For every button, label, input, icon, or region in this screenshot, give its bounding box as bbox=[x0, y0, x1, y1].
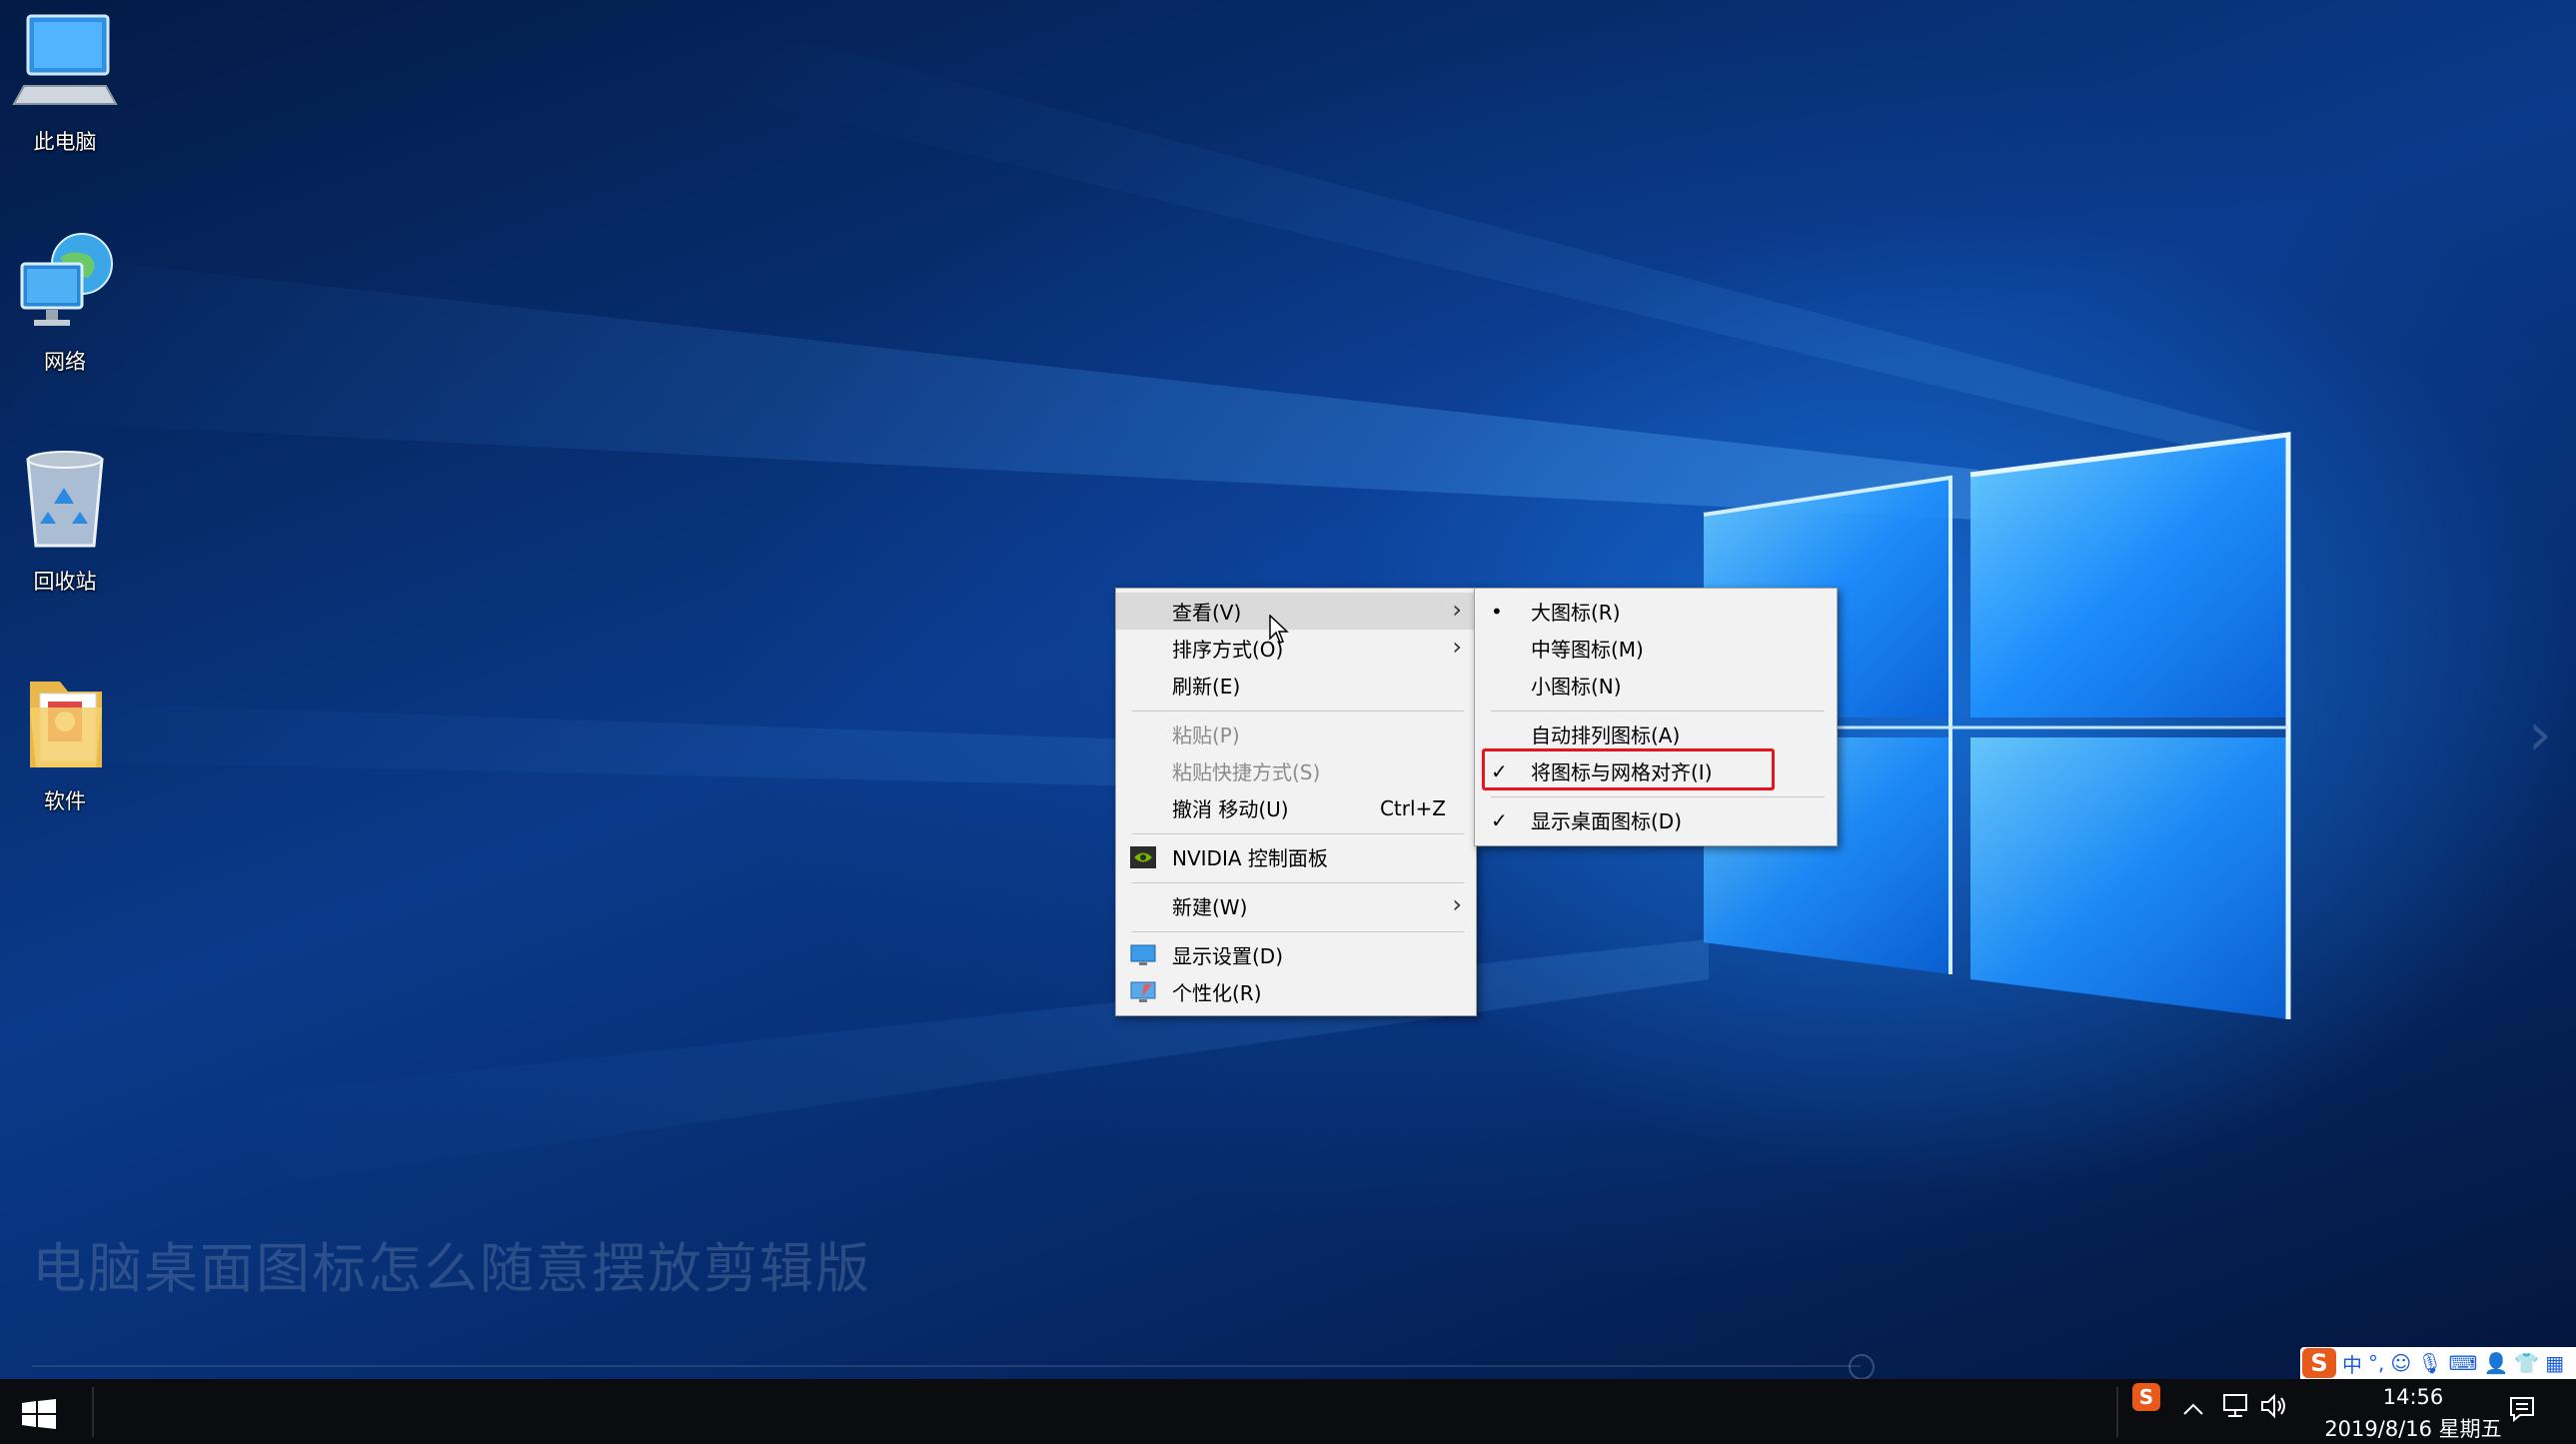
chevron-right-icon: › bbox=[1452, 890, 1462, 918]
menu-item-refresh[interactable]: 刷新(E) bbox=[1116, 667, 1476, 704]
this-pc-icon bbox=[10, 8, 120, 118]
menu-item-new[interactable]: 新建(W) › bbox=[1116, 887, 1476, 924]
sogou-tray-icon[interactable]: S bbox=[2132, 1383, 2160, 1417]
menu-item-undo-move[interactable]: 撤消 移动(U) Ctrl+Z bbox=[1116, 789, 1476, 826]
skin-icon[interactable]: 👕 bbox=[2514, 1351, 2539, 1375]
mouse-cursor-icon bbox=[1269, 614, 1289, 649]
submenu-item-small-icons[interactable]: 小图标(N) bbox=[1475, 667, 1837, 704]
menu-item-label: 新建(W) bbox=[1172, 895, 1248, 919]
radio-dot-icon: • bbox=[1491, 599, 1503, 624]
menu-item-label: 个性化(R) bbox=[1172, 981, 1262, 1005]
taskbar: S 14:56 2019/8/16 星期五 bbox=[0, 1379, 2576, 1444]
network-status-icon[interactable] bbox=[2220, 1393, 2250, 1425]
menu-item-label: 中等图标(M) bbox=[1531, 638, 1644, 662]
keyboard-icon[interactable]: ⌨ bbox=[2449, 1351, 2478, 1375]
nvidia-icon bbox=[1130, 845, 1156, 868]
menu-item-sort-by[interactable]: 排序方式(O) › bbox=[1116, 630, 1476, 667]
menu-item-shortcut: Ctrl+Z bbox=[1379, 795, 1446, 820]
menu-item-label: 刷新(E) bbox=[1172, 675, 1241, 699]
ime-mode-toggle[interactable]: 中 bbox=[2342, 1349, 2362, 1378]
video-progress-track bbox=[32, 1365, 1861, 1367]
user-icon[interactable]: 👤 bbox=[2483, 1351, 2508, 1375]
menu-item-view[interactable]: 查看(V) › bbox=[1116, 593, 1476, 630]
menu-item-label: 查看(V) bbox=[1172, 601, 1242, 625]
menu-item-paste: 粘贴(P) bbox=[1116, 716, 1476, 752]
submenu-item-large-icons[interactable]: • 大图标(R) bbox=[1475, 593, 1837, 630]
taskbar-separator bbox=[2116, 1387, 2118, 1437]
menu-item-label: 粘贴(P) bbox=[1172, 723, 1240, 747]
video-watermark-title: 电脑桌面图标怎么随意摆放剪辑版 bbox=[32, 1237, 871, 1300]
menu-item-label: 粘贴快捷方式(S) bbox=[1172, 760, 1321, 784]
submenu-item-show-desktop-icons[interactable]: ✓ 显示桌面图标(D) bbox=[1475, 801, 1837, 838]
desktop-icon-label: 此电脑 bbox=[33, 130, 97, 154]
desktop-icon-software-folder[interactable]: 软件 bbox=[0, 668, 130, 815]
menu-item-label: 自动排列图标(A) bbox=[1531, 723, 1681, 747]
menu-separator bbox=[1132, 711, 1464, 712]
menu-separator bbox=[1132, 882, 1464, 883]
menu-item-personalize[interactable]: 个性化(R) bbox=[1116, 973, 1476, 1010]
menu-item-display-settings[interactable]: 显示设置(D) bbox=[1116, 936, 1476, 973]
submenu-item-medium-icons[interactable]: 中等图标(M) bbox=[1475, 630, 1837, 667]
recycle-bin-icon bbox=[10, 448, 120, 558]
desktop-icon-label: 软件 bbox=[44, 789, 86, 813]
menu-item-label: 撤消 移动(U) bbox=[1172, 797, 1289, 821]
menu-item-label: NVIDIA 控制面板 bbox=[1172, 846, 1328, 870]
display-settings-icon bbox=[1130, 944, 1156, 966]
sogou-logo-icon[interactable]: S bbox=[2302, 1348, 2336, 1378]
chevron-right-icon: › bbox=[2528, 700, 2552, 769]
menu-item-paste-shortcut: 粘贴快捷方式(S) bbox=[1116, 752, 1476, 789]
desktop-icon-this-pc[interactable]: 此电脑 bbox=[0, 8, 130, 156]
video-progress-knob bbox=[1849, 1354, 1875, 1380]
emoji-icon[interactable]: ☺ bbox=[2390, 1351, 2411, 1375]
desktop-icon-network[interactable]: 网络 bbox=[0, 228, 130, 376]
chevron-right-icon: › bbox=[1452, 633, 1462, 661]
personalize-icon bbox=[1130, 981, 1156, 1003]
desktop-icon-label: 网络 bbox=[44, 350, 86, 374]
show-hidden-icons-icon[interactable] bbox=[2182, 1395, 2204, 1423]
svg-text:S: S bbox=[2139, 1385, 2153, 1409]
network-icon bbox=[10, 228, 120, 338]
desktop-icon-recycle-bin[interactable]: 回收站 bbox=[0, 448, 130, 596]
menu-item-label: 排序方式(O) bbox=[1172, 638, 1284, 662]
annotation-highlight-box bbox=[1482, 748, 1775, 790]
taskbar-separator bbox=[92, 1387, 94, 1437]
desktop-icon-label: 回收站 bbox=[33, 570, 97, 594]
menu-item-label: 显示设置(D) bbox=[1172, 944, 1284, 968]
view-submenu: • 大图标(R) 中等图标(M) 小图标(N) 自动排列图标(A) ✓ 将图标与… bbox=[1474, 588, 1838, 846]
menu-separator bbox=[1132, 833, 1464, 834]
folder-icon bbox=[10, 668, 120, 777]
menu-separator bbox=[1491, 796, 1825, 797]
microphone-icon[interactable]: 🎙 bbox=[2417, 1351, 2442, 1375]
ime-toolbar[interactable]: S 中 °, ☺ 🎙 ⌨ 👤 👕 ▦ bbox=[2300, 1347, 2576, 1379]
action-center-icon[interactable] bbox=[2508, 1395, 2536, 1429]
menu-separator bbox=[1132, 931, 1464, 932]
desktop-context-menu: 查看(V) › 排序方式(O) › 刷新(E) 粘贴(P) 粘贴快捷方式(S) … bbox=[1115, 588, 1477, 1016]
submenu-item-auto-arrange[interactable]: 自动排列图标(A) bbox=[1475, 716, 1837, 752]
menu-item-label: 小图标(N) bbox=[1531, 675, 1622, 699]
chevron-right-icon: › bbox=[1452, 596, 1462, 624]
menu-item-nvidia-control-panel[interactable]: NVIDIA 控制面板 bbox=[1116, 838, 1476, 875]
menu-item-label: 大图标(R) bbox=[1531, 601, 1621, 625]
menu-separator bbox=[1491, 711, 1825, 712]
taskbar-clock-time[interactable]: 14:56 bbox=[2358, 1385, 2468, 1409]
taskbar-clock-date[interactable]: 2019/8/16 星期五 bbox=[2298, 1413, 2528, 1443]
volume-icon[interactable] bbox=[2260, 1393, 2288, 1425]
checkmark-icon: ✓ bbox=[1491, 807, 1508, 832]
grid-icon[interactable]: ▦ bbox=[2545, 1351, 2564, 1375]
menu-item-label: 显示桌面图标(D) bbox=[1531, 809, 1683, 833]
windows-start-icon[interactable] bbox=[22, 1399, 56, 1429]
ime-punct-toggle[interactable]: °, bbox=[2368, 1351, 2384, 1375]
